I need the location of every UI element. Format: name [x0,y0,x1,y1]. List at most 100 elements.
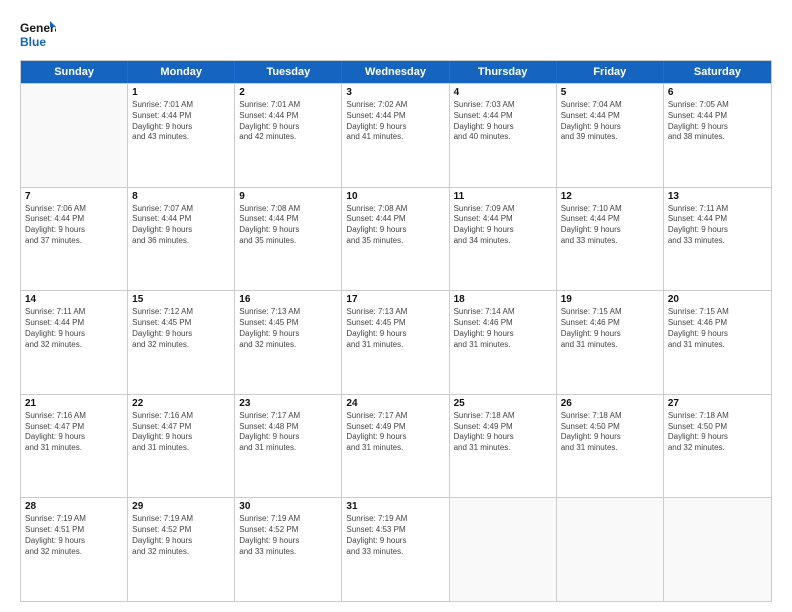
daylight-text: Daylight: 9 hours [454,432,552,443]
day-number: 25 [454,398,552,409]
daylight-text2: and 31 minutes. [454,443,552,454]
daylight-text: Daylight: 9 hours [346,536,444,547]
header-day-sunday: Sunday [21,61,128,83]
cal-cell: 22 Sunrise: 7:16 AM Sunset: 4:47 PM Dayl… [128,395,235,498]
sunset-text: Sunset: 4:44 PM [346,214,444,225]
sunrise-text: Sunrise: 7:19 AM [239,514,337,525]
daylight-text2: and 42 minutes. [239,132,337,143]
daylight-text: Daylight: 9 hours [668,329,767,340]
cal-cell: 2 Sunrise: 7:01 AM Sunset: 4:44 PM Dayli… [235,84,342,187]
daylight-text2: and 41 minutes. [346,132,444,143]
daylight-text2: and 31 minutes. [239,443,337,454]
cal-cell: 25 Sunrise: 7:18 AM Sunset: 4:49 PM Dayl… [450,395,557,498]
calendar-body: 1 Sunrise: 7:01 AM Sunset: 4:44 PM Dayli… [21,83,771,601]
daylight-text2: and 32 minutes. [239,340,337,351]
daylight-text: Daylight: 9 hours [239,432,337,443]
sunrise-text: Sunrise: 7:15 AM [668,307,767,318]
sunrise-text: Sunrise: 7:16 AM [132,411,230,422]
sunset-text: Sunset: 4:44 PM [25,318,123,329]
daylight-text: Daylight: 9 hours [132,329,230,340]
daylight-text2: and 31 minutes. [561,340,659,351]
sunset-text: Sunset: 4:47 PM [132,422,230,433]
sunrise-text: Sunrise: 7:05 AM [668,100,767,111]
cal-cell: 12 Sunrise: 7:10 AM Sunset: 4:44 PM Dayl… [557,188,664,291]
daylight-text2: and 31 minutes. [25,443,123,454]
sunrise-text: Sunrise: 7:17 AM [239,411,337,422]
week-row-3: 21 Sunrise: 7:16 AM Sunset: 4:47 PM Dayl… [21,394,771,498]
day-number: 19 [561,294,659,305]
page: General Blue SundayMondayTuesdayWednesda… [0,0,792,612]
cal-cell: 24 Sunrise: 7:17 AM Sunset: 4:49 PM Dayl… [342,395,449,498]
sunrise-text: Sunrise: 7:10 AM [561,204,659,215]
daylight-text: Daylight: 9 hours [25,225,123,236]
day-number: 26 [561,398,659,409]
sunrise-text: Sunrise: 7:01 AM [239,100,337,111]
day-number: 8 [132,191,230,202]
daylight-text2: and 31 minutes. [346,340,444,351]
cal-cell: 16 Sunrise: 7:13 AM Sunset: 4:45 PM Dayl… [235,291,342,394]
daylight-text: Daylight: 9 hours [346,225,444,236]
sunrise-text: Sunrise: 7:13 AM [346,307,444,318]
sunset-text: Sunset: 4:44 PM [454,214,552,225]
day-number: 6 [668,87,767,98]
daylight-text2: and 33 minutes. [561,236,659,247]
day-number: 20 [668,294,767,305]
day-number: 23 [239,398,337,409]
header: General Blue [20,18,772,54]
daylight-text2: and 35 minutes. [239,236,337,247]
cal-cell: 8 Sunrise: 7:07 AM Sunset: 4:44 PM Dayli… [128,188,235,291]
sunrise-text: Sunrise: 7:17 AM [346,411,444,422]
sunrise-text: Sunrise: 7:09 AM [454,204,552,215]
day-number: 14 [25,294,123,305]
sunset-text: Sunset: 4:44 PM [239,111,337,122]
day-number: 5 [561,87,659,98]
cal-cell: 3 Sunrise: 7:02 AM Sunset: 4:44 PM Dayli… [342,84,449,187]
cal-cell: 10 Sunrise: 7:08 AM Sunset: 4:44 PM Dayl… [342,188,449,291]
cal-cell [557,498,664,601]
daylight-text2: and 31 minutes. [132,443,230,454]
week-row-2: 14 Sunrise: 7:11 AM Sunset: 4:44 PM Dayl… [21,290,771,394]
daylight-text: Daylight: 9 hours [454,122,552,133]
cal-cell: 20 Sunrise: 7:15 AM Sunset: 4:46 PM Dayl… [664,291,771,394]
daylight-text2: and 32 minutes. [132,340,230,351]
daylight-text2: and 31 minutes. [454,340,552,351]
cal-cell: 27 Sunrise: 7:18 AM Sunset: 4:50 PM Dayl… [664,395,771,498]
day-number: 12 [561,191,659,202]
sunset-text: Sunset: 4:44 PM [346,111,444,122]
sunrise-text: Sunrise: 7:08 AM [346,204,444,215]
sunset-text: Sunset: 4:48 PM [239,422,337,433]
daylight-text2: and 43 minutes. [132,132,230,143]
daylight-text: Daylight: 9 hours [239,536,337,547]
svg-text:Blue: Blue [20,35,46,49]
day-number: 7 [25,191,123,202]
cal-cell: 29 Sunrise: 7:19 AM Sunset: 4:52 PM Dayl… [128,498,235,601]
week-row-0: 1 Sunrise: 7:01 AM Sunset: 4:44 PM Dayli… [21,83,771,187]
daylight-text: Daylight: 9 hours [25,432,123,443]
daylight-text: Daylight: 9 hours [561,329,659,340]
day-number: 9 [239,191,337,202]
daylight-text2: and 32 minutes. [132,547,230,558]
sunset-text: Sunset: 4:44 PM [668,111,767,122]
header-day-tuesday: Tuesday [235,61,342,83]
daylight-text2: and 34 minutes. [454,236,552,247]
daylight-text2: and 38 minutes. [668,132,767,143]
sunrise-text: Sunrise: 7:03 AM [454,100,552,111]
cal-cell: 4 Sunrise: 7:03 AM Sunset: 4:44 PM Dayli… [450,84,557,187]
daylight-text: Daylight: 9 hours [668,432,767,443]
day-number: 18 [454,294,552,305]
calendar-header: SundayMondayTuesdayWednesdayThursdayFrid… [21,61,771,83]
day-number: 1 [132,87,230,98]
day-number: 24 [346,398,444,409]
daylight-text2: and 31 minutes. [346,443,444,454]
sunrise-text: Sunrise: 7:19 AM [132,514,230,525]
daylight-text: Daylight: 9 hours [239,225,337,236]
daylight-text: Daylight: 9 hours [132,432,230,443]
sunset-text: Sunset: 4:44 PM [132,214,230,225]
sunrise-text: Sunrise: 7:14 AM [454,307,552,318]
header-day-saturday: Saturday [664,61,771,83]
sunrise-text: Sunrise: 7:19 AM [346,514,444,525]
daylight-text2: and 31 minutes. [561,443,659,454]
day-number: 30 [239,501,337,512]
day-number: 28 [25,501,123,512]
daylight-text: Daylight: 9 hours [668,122,767,133]
